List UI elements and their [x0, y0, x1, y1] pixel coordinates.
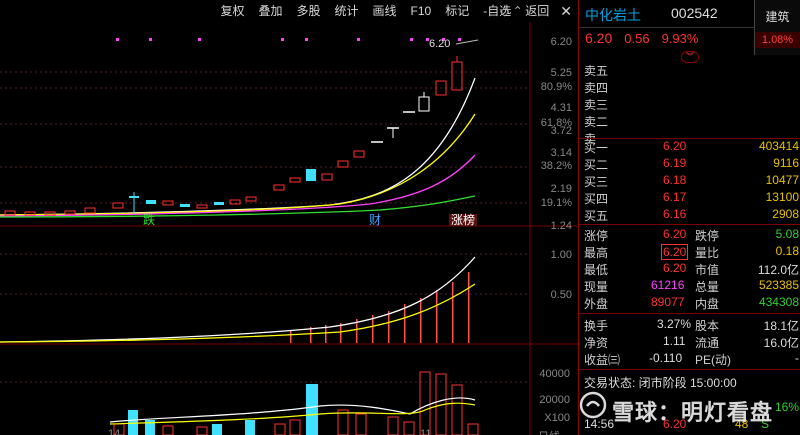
mid-bars: [290, 272, 470, 343]
toolbar-duogu[interactable]: 多股: [290, 0, 328, 22]
bid-row-2: 买二 6.19 9116: [584, 156, 799, 172]
axis-price-9: 19.1%: [540, 197, 572, 209]
quote-panel: 中化岩土 002542 建筑 1.08% 6.20 0.56 9.93% ︾ 卖…: [578, 0, 800, 435]
stock-code: 002542: [671, 5, 718, 21]
bid-row-4: 买四 6.17 13100: [584, 190, 799, 206]
toolbar-fuquan[interactable]: 复权: [213, 0, 251, 22]
axis-price-0: 6.20: [550, 36, 572, 48]
event-zhangbang: 涨榜: [451, 212, 475, 227]
separator: [579, 224, 800, 225]
stat-row-eps: 收益㈢ -0.110 PE(动) -: [584, 351, 799, 367]
watermark-text: 雪球：明灯看盘: [612, 400, 774, 425]
axis-period[interactable]: 日线: [538, 428, 578, 435]
industry-pct: 1.08%: [755, 32, 800, 48]
axis-price-2: 80.9%: [540, 81, 572, 93]
axis-vol2-2: X100: [544, 412, 570, 424]
candles: [4, 56, 463, 216]
bid-row-3: 买三 6.18 10477: [584, 173, 799, 189]
stat-row-low: 最低 6.20 市值 112.0亿: [584, 261, 799, 277]
bid-row-5: 买五 6.16 2908: [584, 207, 799, 223]
axis-vol2-1: 20000: [539, 394, 570, 406]
axis-date-0: 14: [108, 428, 121, 435]
price-change: 0.56: [624, 31, 650, 46]
industry-box[interactable]: 建筑 1.08%: [754, 0, 800, 55]
axis-price-5: 3.72: [550, 125, 572, 137]
toolbar-f10[interactable]: F10: [404, 0, 439, 22]
axis-vol-0: 1.00: [550, 249, 572, 261]
event-cai: 财: [369, 213, 381, 227]
trade-status: 交易状态: 闭市阶段 15:00:00: [584, 376, 737, 390]
kline-svg: 6.20 跌 财 涨榜: [0, 22, 578, 435]
kline-chart[interactable]: 6.20 跌 财 涨榜 6.20 5.25 80.9% 4.31 61.8% 3…: [0, 4, 578, 435]
axis-price-6: 3.14: [550, 147, 572, 159]
event-markers: [116, 38, 461, 41]
bid-row-1: 买一 6.20 403414: [584, 139, 799, 155]
stat-row-netasset: 净资 1.11 流通 16.0亿: [584, 334, 799, 350]
axis-price-10: 1.24: [550, 220, 572, 232]
axis-price-3: 4.31: [550, 102, 572, 114]
ma20-line: [0, 154, 476, 217]
settings-diamond-icon[interactable]: ◇ ⌃: [500, 4, 530, 20]
axis-vol2-0: 40000: [539, 368, 570, 380]
axis-price-7: 38.2%: [540, 160, 572, 172]
separator: [579, 369, 800, 370]
last-price: 6.20: [585, 30, 613, 46]
separator: [579, 313, 800, 314]
chart-toolbar: 复权 叠加 多股 统计 画线 F10 标记 -自选 返回 ✕: [0, 0, 578, 22]
stock-name[interactable]: 中化岩土: [585, 5, 641, 25]
stat-row-vol: 现量 61216 总量 523385: [584, 278, 799, 294]
toolbar-tongji[interactable]: 统计: [328, 0, 366, 22]
ask-row-3: 卖三: [584, 98, 609, 112]
axis-date-1: 11: [420, 428, 432, 435]
event-die: 跌: [143, 212, 155, 227]
stat-row-outer: 外盘 89077 内盘 434308: [584, 295, 799, 311]
stat-row-turnover: 换手 3.27% 股本 18.1亿: [584, 317, 799, 333]
volume-bars: [113, 371, 479, 435]
ask-row-5: 卖五: [584, 64, 609, 78]
industry-name: 建筑: [765, 10, 790, 24]
mid-line-white: [0, 256, 476, 343]
axis-price-1: 5.25: [550, 67, 572, 79]
toolbar-diejia[interactable]: 叠加: [251, 0, 289, 22]
snowball-logo-icon: [579, 391, 607, 419]
axis-vol-1: 0.50: [550, 289, 572, 301]
toolbar-huaxian[interactable]: 画线: [366, 0, 404, 22]
ma5-line: [0, 77, 476, 216]
ask-row-2: 卖二: [584, 115, 609, 129]
axis-price-8: 2.19: [550, 183, 572, 195]
stat-row-limit: 涨停 6.20 跌停 5.08: [584, 227, 799, 243]
ask-row-4: 卖四: [584, 81, 609, 95]
quote-line: 6.20 0.56 9.93%: [585, 30, 698, 50]
close-icon[interactable]: ✕: [556, 3, 578, 20]
high-label: 6.20: [429, 38, 450, 50]
stat-row-high: 最高 6.20 量比 0.18: [584, 244, 799, 260]
toolbar-biaoji[interactable]: 标记: [438, 0, 476, 22]
price-pct: 9.93%: [661, 31, 699, 46]
mid-line-yellow: [0, 283, 476, 343]
